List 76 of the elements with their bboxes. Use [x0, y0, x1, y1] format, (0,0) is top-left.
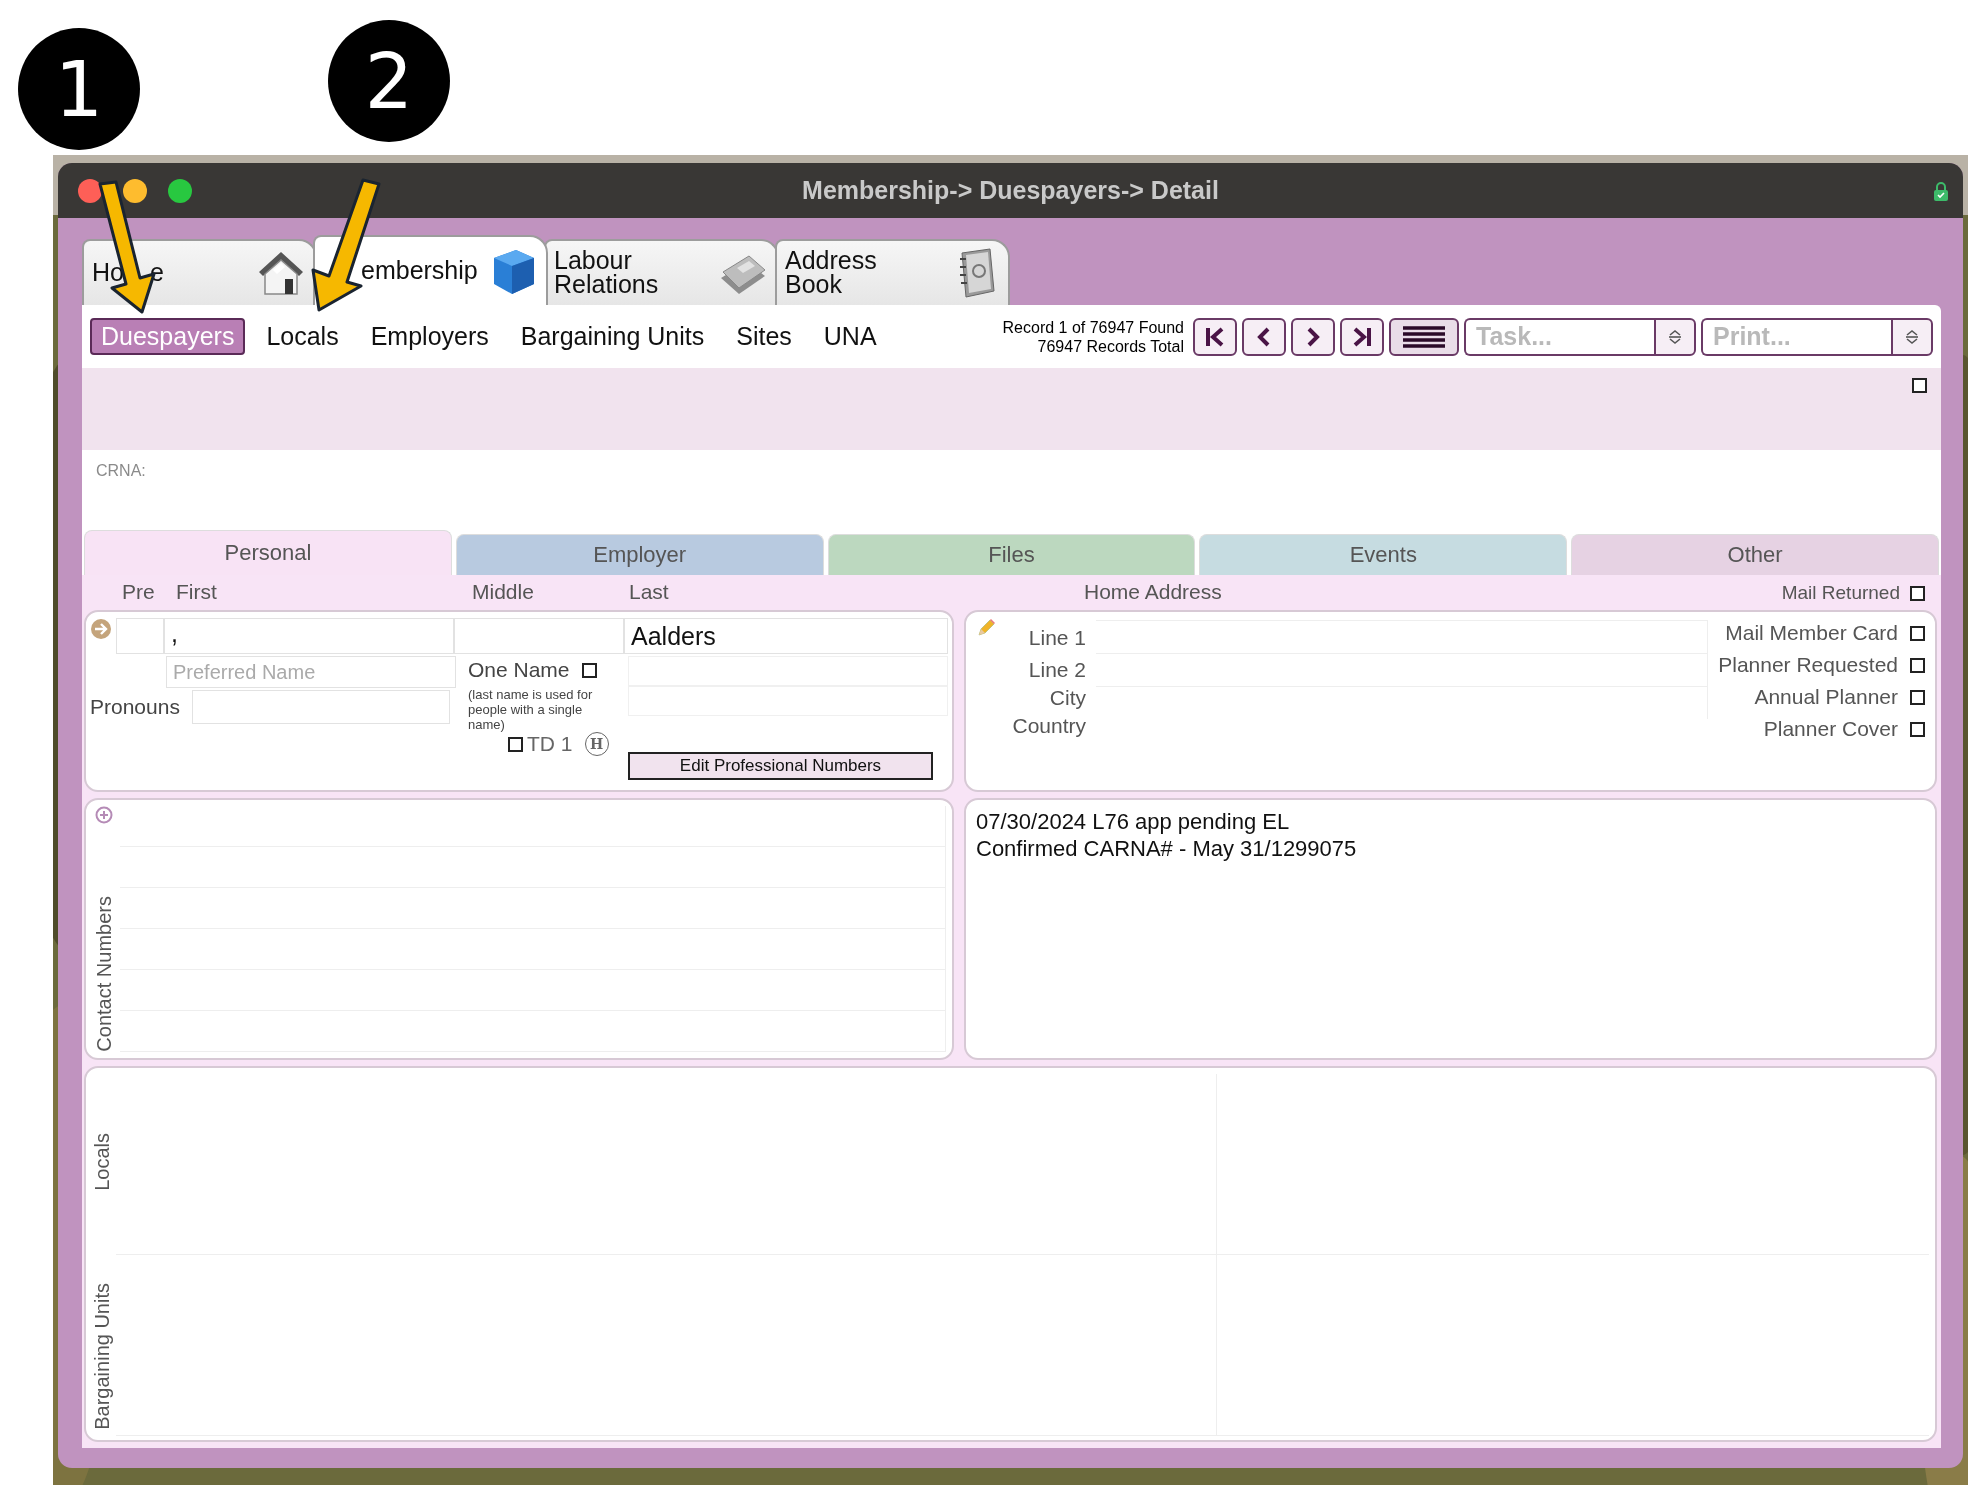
option-label: Planner Requested	[1718, 653, 1898, 677]
field-label: Middle	[472, 580, 534, 604]
previous-record-button[interactable]	[1242, 317, 1286, 356]
crna-label: CRNA:	[96, 462, 146, 479]
checkbox[interactable]	[1910, 689, 1925, 705]
option-label: Planner Cover	[1763, 717, 1898, 741]
option-label: Mail Returned	[1781, 582, 1900, 604]
nav-link[interactable]: Sites	[725, 318, 803, 355]
last-record-button[interactable]	[1340, 317, 1384, 356]
nav-link[interactable]: Bargaining Units	[509, 318, 716, 355]
next-record-button[interactable]	[1291, 317, 1335, 356]
checkbox[interactable]	[508, 736, 523, 752]
field-label: City	[1049, 685, 1086, 711]
field-label: Pronouns	[90, 695, 180, 719]
window-title: Membership-> Duespayers-> Detail	[802, 176, 1219, 205]
section-heading: Home Address	[1084, 580, 1222, 604]
section-tab[interactable]: Other	[1571, 534, 1939, 575]
edit-professional-numbers-button[interactable]: Edit Professional Numbers	[628, 752, 933, 780]
section-tab[interactable]: Events	[1199, 534, 1568, 575]
option-label: Mail Member Card	[1725, 621, 1898, 645]
section-tab[interactable]: Personal	[84, 530, 452, 575]
field-label: Country	[1012, 713, 1086, 739]
nav-link[interactable]: Employers	[359, 318, 500, 355]
middle-name-field[interactable]	[454, 618, 624, 654]
field-label: Line 1	[1028, 625, 1086, 651]
nav-link[interactable]: UNA	[812, 318, 888, 355]
prefix-field[interactable]	[116, 618, 164, 654]
close-button[interactable]	[78, 178, 102, 203]
checkbox[interactable]	[1910, 585, 1925, 601]
option-label: One Name	[468, 658, 570, 682]
field-label: Last	[629, 580, 669, 604]
last-name-field[interactable]: Aalders	[624, 618, 948, 654]
field-label: Line 2	[1028, 657, 1086, 683]
note-line: Confirmed CARNA# - May 31/1299075	[976, 835, 1358, 862]
stepper-icon	[1667, 327, 1683, 346]
preferred-name-field[interactable]: Preferred Name	[166, 656, 456, 688]
stepper-icon	[1904, 327, 1920, 346]
list-view-button[interactable]	[1389, 317, 1459, 356]
vertical-label: Bargaining Units	[90, 1283, 114, 1430]
first-name-field[interactable]: ,	[164, 618, 454, 654]
field-label: Pre	[122, 580, 155, 604]
checkbox[interactable]	[581, 662, 597, 678]
callout-number: 1	[18, 28, 140, 150]
dropdown-button[interactable]	[1891, 317, 1933, 356]
add-icon[interactable]	[95, 806, 113, 824]
menu-icon	[1401, 324, 1447, 349]
checkbox[interactable]	[1910, 625, 1925, 641]
note-line: 07/30/2024 L76 app pending EL	[976, 808, 1291, 835]
checkbox[interactable]	[1910, 721, 1925, 737]
arrow-circle-icon	[90, 618, 112, 640]
records-total: 76947 Records Total	[1037, 336, 1184, 356]
option-label: Annual Planner	[1754, 685, 1898, 709]
last-icon	[1351, 325, 1373, 348]
pencil-icon	[976, 618, 996, 638]
checkbox[interactable]	[1912, 378, 1927, 393]
minimize-button[interactable]	[123, 178, 147, 203]
task-field[interactable]: Task...	[1464, 317, 1654, 356]
record-count: Record 1 of 76947 Found	[1002, 317, 1184, 337]
vertical-label: Locals	[90, 1132, 114, 1191]
field-label: First	[176, 580, 217, 604]
option-label: TD 1	[527, 732, 573, 756]
zoom-button[interactable]	[168, 178, 192, 203]
first-icon	[1204, 325, 1226, 348]
pronouns-field[interactable]	[191, 690, 450, 724]
lock-icon	[1933, 180, 1949, 201]
first-record-button[interactable]	[1193, 317, 1237, 356]
dropdown-button[interactable]	[1654, 317, 1696, 356]
vertical-label: Contact Numbers	[92, 896, 116, 1052]
section-tab[interactable]: Employer	[455, 534, 824, 575]
section-tab[interactable]: Files	[827, 534, 1196, 575]
callout-number: 2	[328, 20, 450, 142]
print-field[interactable]: Print...	[1701, 317, 1891, 356]
checkbox[interactable]	[1910, 657, 1925, 673]
module-tab[interactable]: Address Book	[775, 239, 1010, 305]
hint-text: (last name is used for people with a single name)	[468, 687, 594, 732]
nav-link[interactable]: Locals	[255, 318, 350, 355]
